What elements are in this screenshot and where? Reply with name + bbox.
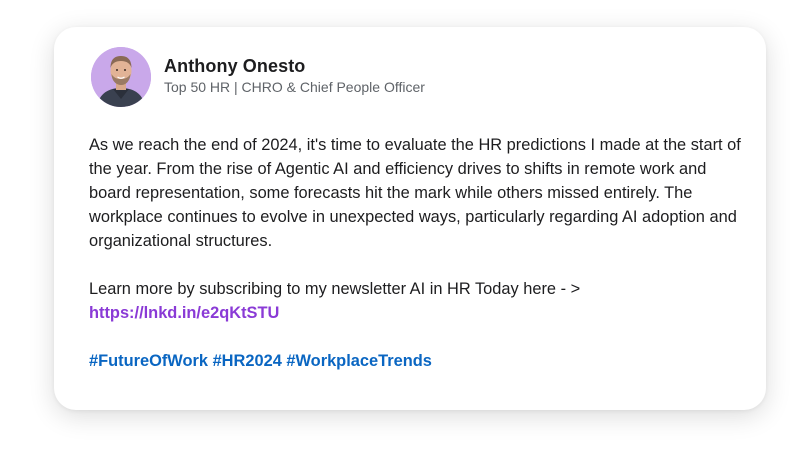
- newsletter-link[interactable]: https://lnkd.in/e2qKtSTU: [89, 304, 279, 322]
- post-card: Anthony Onesto Top 50 HR | CHRO & Chief …: [54, 27, 766, 410]
- post-body: As we reach the end of 2024, it's time t…: [89, 133, 749, 373]
- hashtag-hr2024[interactable]: #HR2024: [213, 352, 282, 370]
- hashtag-workplacetrends[interactable]: #WorkplaceTrends: [286, 352, 431, 370]
- avatar[interactable]: [91, 47, 151, 107]
- author-info: Anthony Onesto Top 50 HR | CHRO & Chief …: [164, 55, 425, 96]
- hashtag-list: #FutureOfWork #HR2024 #WorkplaceTrends: [89, 349, 749, 373]
- author-name[interactable]: Anthony Onesto: [164, 55, 425, 77]
- profile-photo-icon: [91, 47, 151, 107]
- post-paragraph-2: Learn more by subscribing to my newslett…: [89, 277, 749, 325]
- hashtag-futureofwork[interactable]: #FutureOfWork: [89, 352, 208, 370]
- newsletter-text: Learn more by subscribing to my newslett…: [89, 280, 581, 298]
- author-headline: Top 50 HR | CHRO & Chief People Officer: [164, 78, 425, 95]
- post-paragraph-1: As we reach the end of 2024, it's time t…: [89, 136, 741, 250]
- canvas: Anthony Onesto Top 50 HR | CHRO & Chief …: [0, 0, 800, 451]
- post-header: Anthony Onesto Top 50 HR | CHRO & Chief …: [91, 47, 425, 107]
